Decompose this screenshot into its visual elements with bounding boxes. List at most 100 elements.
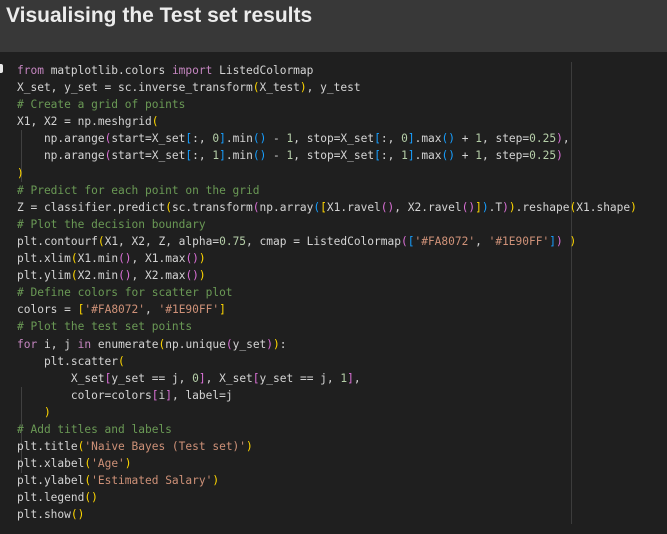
code-line: from matplotlib.colors import ListedColo…: [17, 62, 637, 79]
code-token: 0.75: [219, 234, 247, 248]
code-token: ): [481, 200, 489, 214]
code-token: [: [374, 132, 381, 146]
code-token: .reshape: [515, 200, 570, 214]
code-token: (): [70, 508, 85, 522]
code-token: ]: [549, 234, 556, 248]
code-line: plt.show(): [17, 506, 637, 523]
code-token: (): [118, 252, 132, 266]
code-token: (): [252, 149, 267, 163]
code-token: start=X_set: [111, 149, 186, 163]
section-heading: Visualising the Test set results: [6, 4, 313, 27]
code-line: # Create a grid of points: [17, 96, 637, 113]
code-token: , cmap = ListedColormap: [246, 234, 401, 248]
code-token: 0: [192, 371, 199, 385]
code-token: (: [165, 200, 172, 214]
code-line: color=colors[i], label=j: [17, 387, 637, 404]
code-token: ]: [347, 371, 354, 385]
code-token: , label=j: [171, 388, 233, 402]
code-line: # Plot the test set points: [17, 318, 637, 335]
code-token: .T: [488, 200, 503, 214]
code-line: plt.ylim(X2.min(), X2.max()): [17, 267, 637, 284]
code-token: y_set: [232, 337, 267, 351]
code-line: ): [17, 165, 637, 182]
code-token: ): [555, 234, 563, 248]
code-token: # Create a grid of points: [17, 98, 186, 112]
code-token: 1: [475, 149, 482, 163]
code-token: # Add titles and labels: [17, 422, 172, 436]
code-token: plt.ylim: [17, 269, 71, 283]
code-line: plt.ylabel('Estimated Salary'): [17, 472, 637, 489]
code-token: ,: [353, 371, 361, 385]
code-token: (): [84, 491, 98, 505]
code-token: X1, X2, Z, alpha=: [104, 234, 220, 248]
code-token: '#1E90FF': [158, 303, 220, 317]
code-token: plt.ylabel: [17, 474, 85, 488]
code-token: '#FA8072': [84, 303, 145, 317]
code-token: (: [252, 200, 260, 214]
code-token: X_set: [17, 371, 105, 385]
code-token: plt.legend: [17, 491, 85, 505]
code-token: ]: [219, 303, 226, 317]
code-token: plt.xlim: [17, 252, 71, 266]
code-token: start=X_set: [111, 132, 186, 146]
code-token: in: [77, 337, 92, 351]
code-token: ): [299, 81, 307, 95]
code-line: for i, j in enumerate(np.unique(y_set)):: [17, 336, 637, 353]
code-token: color=colors: [17, 388, 152, 402]
code-token: , X2.ravel: [394, 200, 462, 214]
code-token: (): [461, 200, 476, 214]
code-token: np.array: [259, 200, 314, 214]
code-token: Z = classifier.predict: [17, 200, 166, 214]
code-token: '#FA8072': [414, 234, 476, 248]
code-token: 'Estimated Salary': [91, 474, 213, 488]
code-token: ): [630, 200, 637, 214]
code-token: np.unique: [165, 337, 226, 351]
code-token: ): [198, 269, 206, 283]
code-token: ): [273, 337, 280, 351]
code-token: (: [70, 269, 78, 283]
code-token: X1, X2 = np.meshgrid: [17, 115, 152, 129]
code-token: from: [17, 64, 44, 77]
code-token: (: [118, 354, 125, 368]
code-token: plt.show: [17, 508, 71, 522]
code-token: X1.shape: [576, 200, 631, 214]
code-token: ): [198, 252, 206, 266]
code-token: np.arange: [17, 149, 105, 163]
code-line: X_set[y_set == j, 0], X_set[y_set == j, …: [17, 370, 637, 387]
code-token: ]: [219, 132, 226, 146]
code-line: # Define colors for scatter plot: [17, 284, 637, 301]
code-token: [: [374, 149, 381, 163]
cell-run-indicator[interactable]: [0, 64, 3, 73]
code-token: ]: [475, 200, 482, 214]
code-token: (): [441, 149, 456, 163]
code-token: :,: [380, 132, 402, 146]
code-token: 0.25: [529, 149, 557, 163]
code-line: ): [17, 404, 637, 421]
code-line: plt.xlabel('Age'): [17, 455, 637, 472]
code-token: (: [97, 234, 105, 248]
code-token: import: [171, 64, 213, 77]
code-token: , step=: [481, 149, 530, 163]
code-token: , step=: [481, 132, 530, 146]
code-token: ]: [165, 388, 172, 402]
code-token: ListedColormap: [212, 64, 314, 77]
code-line: np.arange(start=X_set[:, 0].min() - 1, s…: [17, 130, 637, 147]
code-token: (: [225, 337, 233, 351]
code-token: ]: [407, 132, 415, 146]
code-token: [: [320, 200, 327, 214]
code-token: 0.25: [529, 132, 557, 146]
code-line: plt.legend(): [17, 489, 637, 506]
code-cell[interactable]: from matplotlib.colors import ListedColo…: [0, 52, 667, 534]
code-editor[interactable]: from matplotlib.colors import ListedColo…: [17, 62, 637, 524]
code-token: :: [279, 337, 287, 351]
code-token: (: [70, 252, 78, 266]
code-line: plt.xlim(X1.min(), X1.max()): [17, 250, 637, 267]
code-token: ]: [219, 149, 226, 163]
code-line: # Predict for each point on the grid: [17, 182, 637, 199]
code-token: y_set == j,: [259, 371, 341, 385]
code-token: (): [118, 269, 132, 283]
code-token: ,: [562, 132, 570, 146]
code-token: [: [252, 371, 260, 385]
code-token: -: [266, 132, 287, 146]
